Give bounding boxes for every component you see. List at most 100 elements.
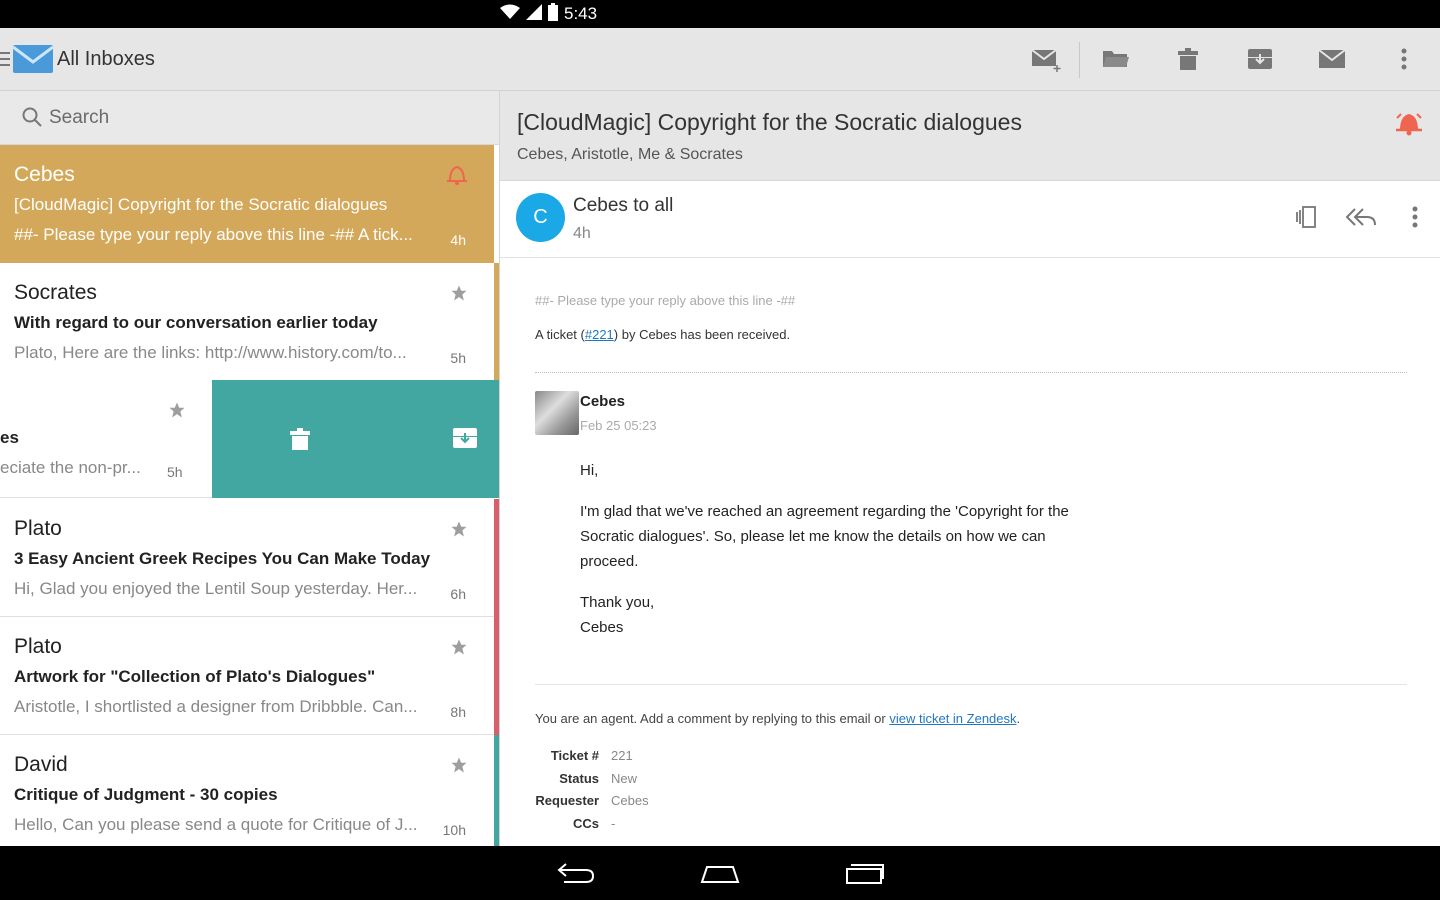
compose-button[interactable] bbox=[1028, 42, 1064, 76]
folder-icon bbox=[1103, 51, 1129, 67]
meta-row: Requester Cebes bbox=[535, 793, 649, 816]
ticket-text-pre: A ticket ( bbox=[535, 327, 585, 342]
trash-icon bbox=[1178, 48, 1198, 70]
sender: Socrates bbox=[14, 281, 97, 304]
home-icon bbox=[700, 866, 740, 883]
preview: Aristotle, I shortlisted a designer from… bbox=[14, 697, 418, 716]
meta-key: Status bbox=[559, 770, 599, 786]
swipe-actions bbox=[212, 380, 499, 498]
meta-value: Cebes bbox=[611, 793, 649, 808]
search-icon bbox=[22, 107, 42, 132]
overflow-icon bbox=[1401, 48, 1407, 70]
clock: 5:43 bbox=[564, 4, 598, 23]
list-item[interactable]: Cebes [CloudMagic] Copyright for the Soc… bbox=[0, 145, 494, 263]
sender: Cebes bbox=[14, 163, 75, 186]
meta-row: CCs - bbox=[535, 816, 649, 839]
swiped-list-item[interactable]: es eciate the non-pr... 5h bbox=[0, 380, 499, 498]
reply-all-icon bbox=[1345, 208, 1376, 226]
back-icon bbox=[557, 863, 595, 883]
subject: 3 Easy Ancient Greek Recipes You Can Mak… bbox=[14, 549, 431, 568]
subject: [CloudMagic] Copyright for the Socratic … bbox=[14, 195, 388, 214]
swipe-delete-button[interactable] bbox=[289, 427, 311, 456]
ticket-link[interactable]: #221 bbox=[585, 327, 614, 342]
drawer-icon[interactable] bbox=[0, 52, 10, 66]
list-item[interactable]: es eciate the non-pr... 5h bbox=[0, 380, 212, 498]
preview: eciate the non-pr... bbox=[0, 458, 141, 477]
delete-button[interactable] bbox=[1170, 42, 1206, 76]
meta-value: - bbox=[611, 815, 616, 831]
message-header[interactable]: C Cebes to all 4h bbox=[500, 181, 1440, 258]
agent-note: You are an agent. Add a comment by reply… bbox=[535, 711, 1020, 726]
signature: Cebes bbox=[580, 619, 624, 636]
ticket-meta: Ticket # 221 Status New Requester Cebes CCs… bbox=[535, 748, 649, 839]
list-item[interactable]: Plato 3 Easy Ancient Greek Recipes You C… bbox=[0, 499, 499, 617]
ticket-received: A ticket (#221) by Cebes has been receiv… bbox=[535, 327, 790, 342]
letter: Hi, I'm glad that we've reached an agree… bbox=[580, 458, 1080, 656]
list-item[interactable]: Socrates With regard to our conversation… bbox=[0, 263, 499, 381]
preview: ##- Please type your reply above this li… bbox=[14, 225, 413, 244]
swipe-archive-button[interactable] bbox=[452, 427, 478, 454]
reply-all-button[interactable] bbox=[1343, 201, 1379, 233]
search-input[interactable] bbox=[49, 105, 349, 131]
meta-key: CCs bbox=[572, 815, 599, 831]
reading-pane: [CloudMagic] Copyright for the Socratic … bbox=[500, 91, 1440, 846]
star-icon[interactable] bbox=[450, 284, 468, 307]
back-button[interactable] bbox=[551, 858, 601, 888]
overflow-menu-button[interactable] bbox=[1386, 42, 1422, 76]
agent-text: You are an agent. Add a comment by reply… bbox=[535, 711, 890, 726]
star-icon[interactable] bbox=[450, 638, 468, 661]
view-mode-button[interactable] bbox=[1290, 201, 1326, 233]
toolbar-divider bbox=[1079, 42, 1080, 78]
wifi-icon bbox=[500, 4, 520, 25]
ticket-text-post: ) by Cebes has been received. bbox=[613, 327, 791, 342]
subject: With regard to our conversation earlier … bbox=[14, 313, 378, 332]
meta-value: 221 bbox=[611, 748, 633, 763]
timestamp: 8h bbox=[450, 704, 466, 720]
star-icon[interactable] bbox=[168, 401, 186, 424]
page-title: All Inboxes bbox=[57, 48, 155, 70]
bell-icon[interactable] bbox=[1394, 110, 1424, 141]
search-bar bbox=[0, 91, 499, 145]
recents-button[interactable] bbox=[840, 858, 890, 888]
timestamp: 5h bbox=[450, 350, 466, 366]
navigation-bar bbox=[0, 846, 1440, 900]
mail-icon bbox=[1318, 49, 1346, 68]
pages-icon bbox=[1296, 206, 1316, 228]
paragraph: I'm glad that we've reached an agreement… bbox=[580, 503, 1069, 570]
zendesk-link[interactable]: view ticket in Zendesk bbox=[889, 711, 1016, 726]
signal-icon bbox=[526, 3, 542, 25]
message-overflow-button[interactable] bbox=[1397, 201, 1433, 233]
sender: Plato bbox=[14, 517, 62, 540]
reply-line: ##- Please type your reply above this li… bbox=[535, 293, 796, 308]
closing: Thank you, bbox=[580, 594, 655, 611]
archive-icon bbox=[1248, 49, 1272, 69]
avatar: C bbox=[516, 193, 565, 242]
message-time: 4h bbox=[573, 225, 591, 242]
preview: Hi, Glad you enjoyed the Lentil Soup yes… bbox=[14, 579, 418, 598]
app-logo-icon[interactable] bbox=[12, 45, 54, 78]
move-to-folder-button[interactable] bbox=[1098, 42, 1134, 76]
message-list-pane: Cebes [CloudMagic] Copyright for the Soc… bbox=[0, 91, 500, 846]
mark-unread-button[interactable] bbox=[1314, 42, 1350, 76]
overflow-icon bbox=[1412, 206, 1418, 228]
comment-date: Feb 25 05:23 bbox=[580, 418, 657, 433]
preview: Plato, Here are the links: http://www.hi… bbox=[14, 343, 407, 362]
greeting: Hi, bbox=[580, 462, 599, 479]
commenter-name: Cebes bbox=[580, 393, 626, 410]
status-bar: 5:43 bbox=[0, 0, 1440, 28]
thread-participants: Cebes, Aristotle, Me & Socrates bbox=[517, 146, 743, 163]
meta-key: Requester bbox=[535, 793, 599, 808]
bell-icon[interactable] bbox=[444, 163, 470, 190]
home-button[interactable] bbox=[695, 858, 745, 888]
app-bar: All Inboxes bbox=[0, 28, 1440, 91]
star-icon[interactable] bbox=[450, 756, 468, 779]
trash-icon bbox=[290, 428, 310, 450]
timestamp: 6h bbox=[450, 586, 466, 602]
timestamp: 5h bbox=[167, 464, 183, 480]
meta-value: New bbox=[611, 770, 638, 786]
thread-subject: [CloudMagic] Copyright for the Socratic … bbox=[517, 109, 1022, 135]
star-icon[interactable] bbox=[450, 520, 468, 543]
list-item[interactable]: David Critique of Judgment - 30 copies H… bbox=[0, 735, 499, 846]
archive-button[interactable] bbox=[1242, 42, 1278, 76]
list-item[interactable]: Plato Artwork for "Collection of Plato's… bbox=[0, 617, 499, 735]
